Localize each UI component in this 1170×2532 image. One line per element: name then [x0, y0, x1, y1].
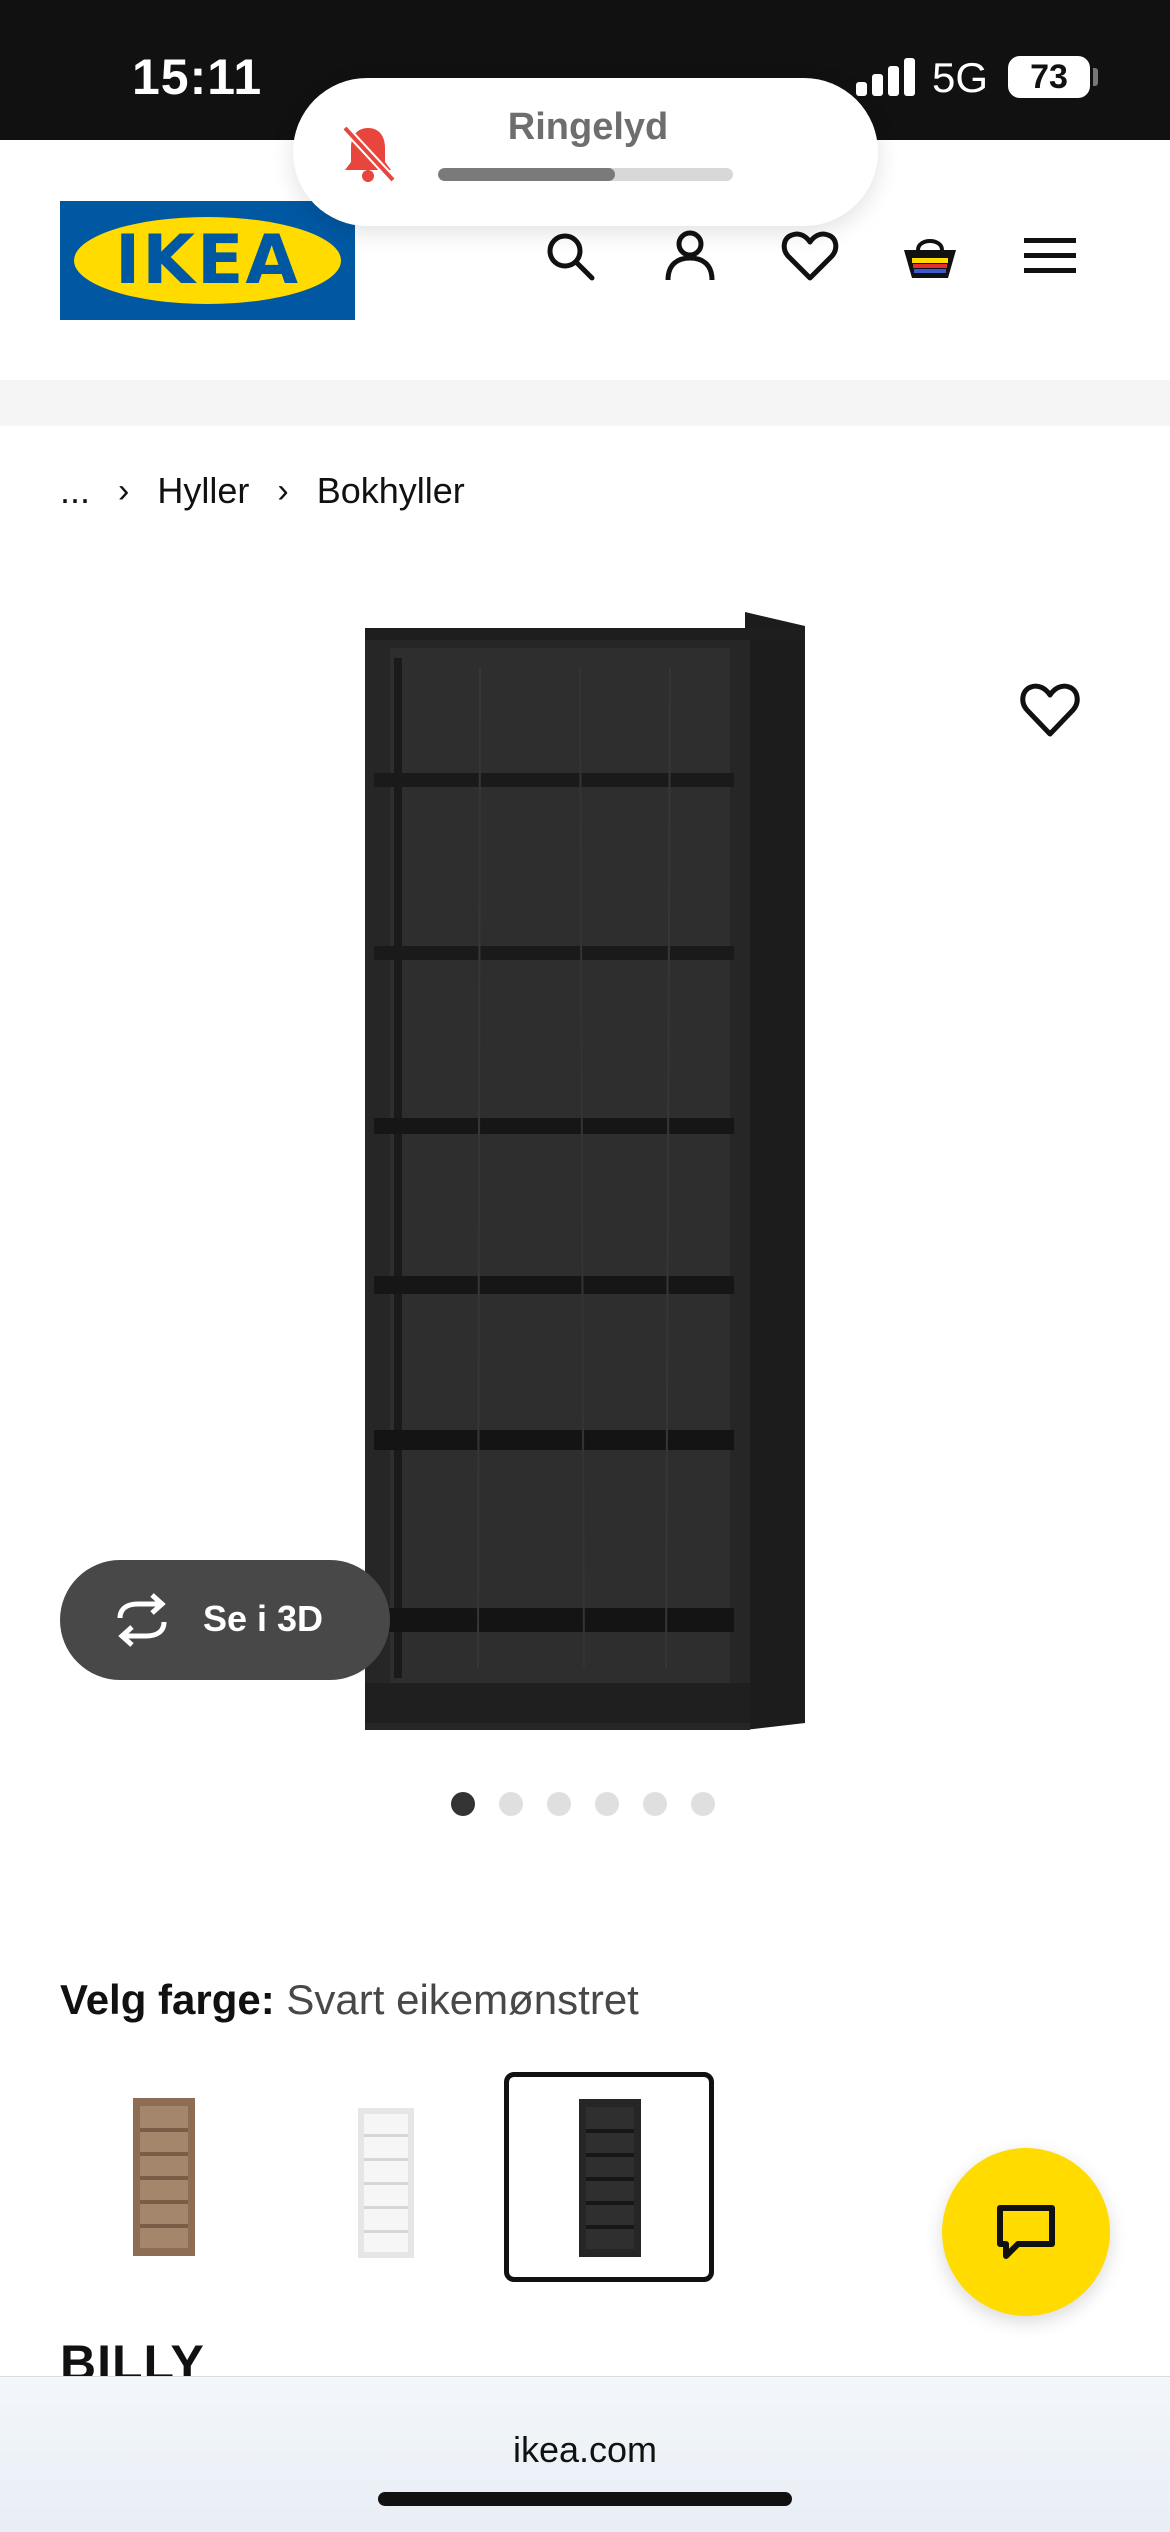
ringer-volume-fill — [438, 168, 615, 181]
swatch-white[interactable] — [280, 2072, 490, 2282]
menu-icon[interactable] — [1020, 226, 1080, 286]
gallery-dot[interactable] — [547, 1792, 571, 1816]
chevron-right-icon: › — [118, 471, 130, 510]
product-image[interactable] — [360, 608, 810, 1738]
gallery-dot[interactable] — [643, 1792, 667, 1816]
heart-icon[interactable] — [780, 226, 840, 286]
color-label: Velg farge: Svart eikemønstret — [60, 1976, 639, 2024]
signal-icon — [856, 56, 916, 96]
breadcrumb-item-hyller[interactable]: Hyller — [157, 470, 249, 512]
battery-tip — [1093, 68, 1098, 86]
logo-text: IKEA — [114, 221, 301, 300]
chat-bubble-icon — [997, 2205, 1055, 2259]
status-time: 15:11 — [132, 49, 263, 105]
rotate-3d-icon — [110, 1590, 174, 1650]
swatch-brown-oak[interactable] — [60, 2072, 270, 2282]
ringer-toast: Ringelyd — [293, 78, 878, 226]
ringer-label: Ringelyd — [507, 106, 669, 148]
view-3d-button[interactable]: Se i 3D — [60, 1560, 390, 1680]
gallery-dot[interactable] — [499, 1792, 523, 1816]
gallery-pagination — [451, 1792, 715, 1816]
view-3d-label: Se i 3D — [203, 1598, 324, 1639]
header-divider — [0, 380, 1170, 426]
network-type: 5G — [932, 54, 989, 101]
home-indicator[interactable] — [378, 2492, 792, 2506]
chat-button[interactable] — [942, 2148, 1110, 2316]
chevron-right-icon: › — [277, 471, 289, 510]
battery-icon: 73 — [1008, 56, 1090, 98]
breadcrumb-item-bokhyller[interactable]: Bokhyller — [317, 470, 465, 512]
logo-oval: IKEA — [74, 217, 341, 304]
swatch-black-oak[interactable] — [504, 2072, 714, 2282]
bell-muted-icon — [333, 118, 403, 188]
user-icon[interactable] — [660, 226, 720, 286]
gallery-dot[interactable] — [691, 1792, 715, 1816]
gallery-dot[interactable] — [451, 1792, 475, 1816]
url-text[interactable]: ikea.com — [0, 2429, 1170, 2471]
breadcrumb: ... › Hyller › Bokhyller — [60, 466, 465, 516]
battery-level: 73 — [1030, 58, 1068, 96]
browser-address-bar[interactable]: ikea.com — [0, 2376, 1170, 2532]
favorite-heart-icon[interactable] — [1018, 678, 1082, 742]
ikea-logo[interactable]: IKEA — [60, 201, 355, 320]
cart-icon[interactable] — [900, 226, 960, 286]
gallery-dot[interactable] — [595, 1792, 619, 1816]
color-label-title: Velg farge: — [60, 1976, 275, 2023]
ringer-volume-bar — [438, 168, 733, 181]
color-selected-value: Svart eikemønstret — [286, 1976, 639, 2023]
breadcrumb-ellipsis[interactable]: ... — [60, 470, 90, 512]
search-icon[interactable] — [540, 226, 600, 286]
registered-mark — [335, 227, 349, 241]
